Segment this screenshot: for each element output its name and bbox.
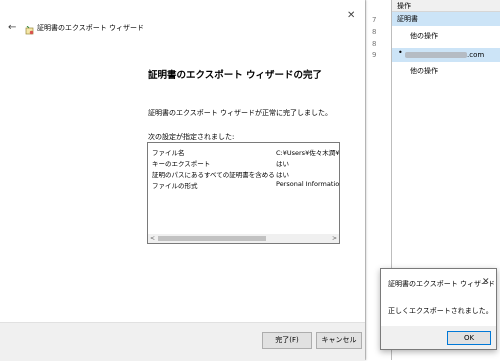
setting-name: キーのエクスポート [152,160,211,168]
setting-name: ファイルの形式 [152,182,198,190]
certificate-icon [25,21,34,35]
background-row-number: 8 [372,40,377,48]
setting-name: ファイル名 [152,149,185,157]
back-arrow-icon[interactable]: ← [8,22,16,33]
background-row-number: 7 [372,16,377,24]
setting-value: Personal Informatio [276,180,340,188]
dialog-title: 証明書のエクスポート ウィザード [388,280,496,288]
wizard-footer: 完了(F) キャンセル [0,322,365,361]
setting-value: はい [276,160,289,168]
setting-value: はい [276,171,289,179]
page-title: 証明書のエクスポート ウィザードの完了 [148,70,323,81]
horizontal-scrollbar[interactable]: < > [148,234,339,243]
actions-section-label: 証明書 [397,15,418,23]
ok-button[interactable]: OK [447,331,491,345]
actions-header: 操作 [392,0,500,12]
settings-list[interactable]: ファイル名 C:¥Users¥佐々木潤¥ キーのエクスポート はい 証明のパスに… [147,142,340,244]
completion-message: 証明書のエクスポート ウィザードが正常に完了しました。 [148,109,333,117]
background-row-number: 9 [372,51,377,59]
other-operations-link[interactable]: 他の操作 [410,31,438,41]
close-icon[interactable]: ✕ [482,277,490,287]
email-domain-label: .com [467,51,485,59]
dialog-footer: OK [381,326,496,349]
scroll-right-icon[interactable]: > [332,234,337,243]
export-success-dialog: 証明書のエクスポート ウィザード ✕ 正しくエクスポートされました。 OK [380,268,497,350]
wizard-header-title: 証明書のエクスポート ウィザード [37,24,145,32]
actions-section-certificate[interactable]: 証明書 [392,12,500,26]
close-icon[interactable]: ✕ [347,10,355,21]
dialog-message: 正しくエクスポートされました。 [388,307,493,315]
scrollbar-thumb[interactable] [158,236,266,241]
certificate-export-wizard: ← 証明書のエクスポート ウィザード ✕ 証明書のエクスポート ウィザードの完了… [0,0,365,361]
cancel-button[interactable]: キャンセル [316,332,362,349]
finish-button[interactable]: 完了(F) [262,332,312,349]
settings-label: 次の設定が指定されました: [148,133,235,141]
email-bullet: • [398,48,403,57]
redacted-email [405,52,467,58]
background-row-number: 8 [372,28,377,36]
setting-value: C:¥Users¥佐々木潤¥ [276,149,340,157]
setting-name: 証明のパスにあるすべての証明書を含める [152,171,275,179]
other-operations-link[interactable]: 他の操作 [410,66,438,76]
scroll-left-icon[interactable]: < [150,234,155,243]
actions-header-label: 操作 [397,2,411,10]
